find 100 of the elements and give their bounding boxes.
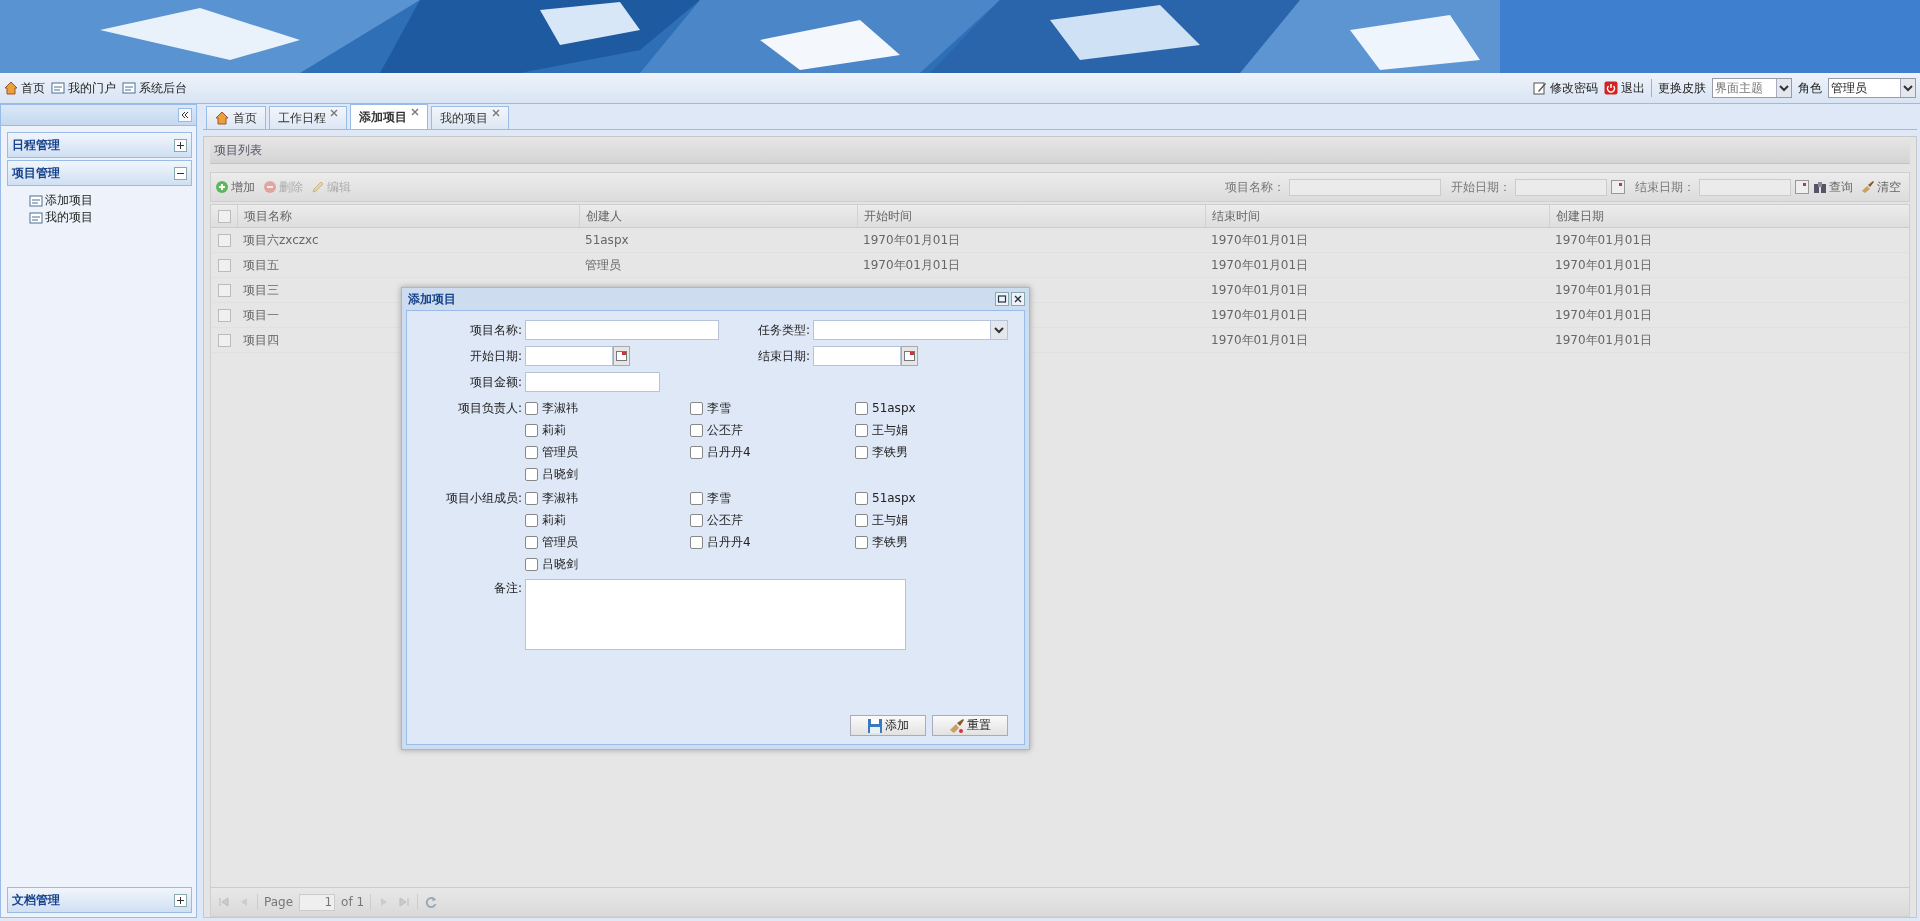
table-cell: 1970年01月01日 [1211, 256, 1309, 274]
column-header[interactable]: 结束时间 [1205, 205, 1549, 227]
checkbox-option[interactable]: 吕丹丹4 [690, 531, 855, 553]
accordion-header[interactable]: 文档管理 [7, 887, 192, 913]
column-header[interactable]: 项目名称 [237, 205, 579, 227]
select-field[interactable] [813, 320, 1008, 340]
form-icon [29, 193, 43, 208]
table-cell: 项目五 [243, 256, 279, 274]
window-icon [51, 81, 65, 95]
power-icon [1604, 81, 1618, 95]
nav-link[interactable]: 系统后台 [122, 79, 187, 97]
select-all-checkbox[interactable] [217, 209, 231, 223]
date-filter-field[interactable] [1699, 178, 1791, 196]
checkbox-option[interactable]: 王与娟 [855, 509, 995, 531]
column-header[interactable]: 创建日期 [1549, 205, 1909, 227]
role-select[interactable]: 管理员 [1828, 78, 1916, 98]
home-icon [215, 111, 229, 125]
input-field[interactable] [525, 320, 719, 340]
field-label: 开始日期: [468, 347, 523, 365]
table-cell: 1970年01月01日 [1555, 331, 1653, 349]
checkbox-option[interactable]: 李雪 [690, 487, 855, 509]
filter-label: 项目名称： [1225, 178, 1285, 196]
checkbox-option[interactable]: 李铁男 [855, 531, 995, 553]
change-password-link[interactable]: 修改密码 [1533, 79, 1598, 97]
table-cell: 51aspx [585, 233, 629, 247]
column-header[interactable]: 开始时间 [857, 205, 1205, 227]
row-checkbox[interactable] [217, 233, 231, 247]
field-label: 项目金额: [468, 373, 523, 391]
clear-button[interactable]: 清空 [1861, 178, 1901, 196]
section-title: 日程管理 [12, 136, 60, 154]
close-icon[interactable] [1011, 292, 1025, 306]
collapse-icon[interactable] [178, 108, 192, 122]
checkbox-option[interactable]: 公丕芹 [690, 509, 855, 531]
caret-icon [990, 321, 1007, 339]
calendar-icon[interactable] [613, 346, 630, 366]
checkbox-option[interactable]: 51aspx [855, 397, 995, 419]
checkbox-option[interactable]: 李雪 [690, 397, 855, 419]
row-checkbox[interactable] [217, 333, 231, 347]
add-button[interactable]: 添加 [850, 715, 926, 736]
nav-link[interactable]: 首页 [4, 79, 45, 97]
refresh-icon[interactable] [424, 895, 439, 909]
accordion-header[interactable]: 日程管理 [7, 132, 192, 158]
checkbox-option[interactable]: 管理员 [525, 531, 690, 553]
logout-link[interactable]: 退出 [1604, 79, 1645, 97]
nav-link[interactable]: 我的门户 [51, 79, 116, 97]
table-cell: 1970年01月01日 [1211, 306, 1309, 324]
checkbox-option[interactable]: 管理员 [525, 441, 690, 463]
table-cell: 1970年01月01日 [1555, 231, 1653, 249]
binoculars-icon [1813, 180, 1827, 194]
field-label: 项目名称: [468, 321, 523, 339]
column-header[interactable]: 创建人 [579, 205, 857, 227]
page-field[interactable]: 1 [299, 893, 336, 911]
home-icon [4, 81, 18, 95]
row-checkbox[interactable] [217, 308, 231, 322]
checkbox-option[interactable]: 李铁男 [855, 441, 995, 463]
caret-icon [1900, 79, 1915, 97]
calendar-icon[interactable] [1795, 180, 1809, 194]
checkbox-option[interactable]: 李淑祎 [525, 397, 690, 419]
name-filter-field[interactable] [1289, 178, 1441, 196]
checkbox-option[interactable]: 公丕芹 [690, 419, 855, 441]
checkbox-option[interactable]: 吕晓剑 [525, 463, 690, 485]
brush-icon [949, 717, 965, 734]
remark-field[interactable] [525, 579, 906, 650]
checkbox-option[interactable]: 吕丹丹4 [690, 441, 855, 463]
first-page-icon[interactable] [217, 895, 231, 909]
input-field[interactable] [525, 372, 660, 392]
field-label: 结束日期: [756, 347, 811, 365]
accordion-header[interactable]: 项目管理 [7, 160, 192, 186]
tab[interactable]: 工作日程 [269, 106, 347, 129]
calendar-icon[interactable] [1611, 180, 1625, 194]
date-filter-field[interactable] [1515, 178, 1607, 196]
checkbox-option[interactable]: 莉莉 [525, 419, 690, 441]
tab[interactable]: 添加项目 [350, 104, 428, 129]
checkbox-option[interactable]: 莉莉 [525, 509, 690, 531]
checkbox-option[interactable]: 吕晓剑 [525, 553, 690, 575]
checkbox-option[interactable]: 51aspx [855, 487, 995, 509]
date-field[interactable] [525, 346, 613, 366]
skin-select[interactable]: 界面主题 [1712, 78, 1792, 98]
skin-label: 更换皮肤 [1658, 79, 1706, 97]
maximize-icon[interactable] [995, 292, 1009, 306]
add-button[interactable]: 增加 [215, 178, 255, 196]
search-button[interactable]: 查询 [1813, 178, 1853, 196]
field-label: 项目负责人: [456, 400, 523, 417]
tab[interactable]: 首页 [206, 106, 266, 129]
table-cell: 1970年01月01日 [1555, 281, 1653, 299]
sidebar-item[interactable]: 添加项目 [29, 192, 192, 209]
sidebar-item[interactable]: 我的项目 [29, 209, 192, 226]
page-label: Page [264, 895, 294, 909]
row-checkbox[interactable] [217, 258, 231, 272]
tab[interactable]: 我的项目 [431, 106, 509, 129]
table-cell: 管理员 [585, 256, 621, 274]
reset-button[interactable]: 重置 [932, 715, 1008, 736]
section-title: 项目管理 [12, 164, 60, 182]
row-checkbox[interactable] [217, 283, 231, 297]
date-field[interactable] [813, 346, 901, 366]
calendar-icon[interactable] [901, 346, 918, 366]
checkbox-option[interactable]: 李淑祎 [525, 487, 690, 509]
table-cell: 项目一 [243, 306, 279, 324]
checkbox-option[interactable]: 王与娟 [855, 419, 995, 441]
last-page-icon[interactable] [397, 895, 412, 909]
